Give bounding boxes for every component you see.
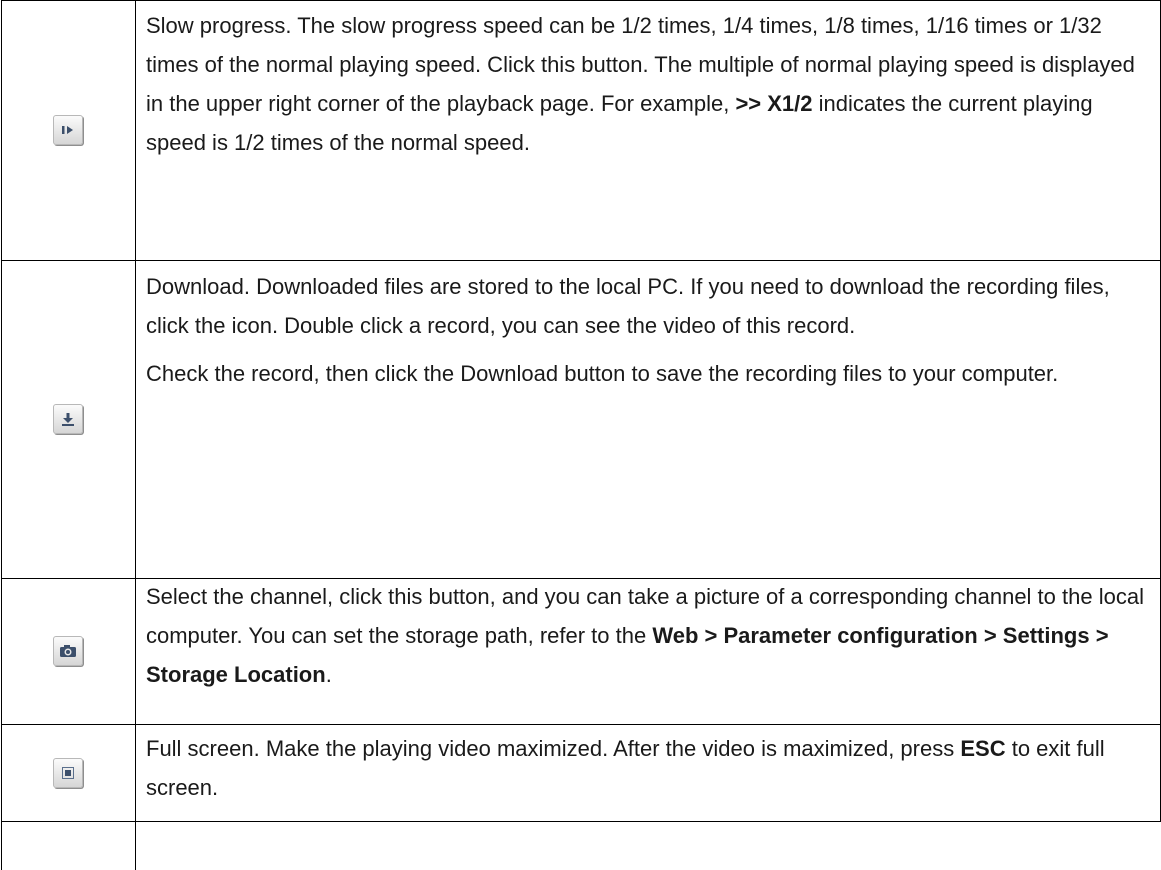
description-text: Download. Downloaded files are stored to… [146, 274, 1110, 338]
download-button[interactable] [53, 404, 83, 434]
camera-icon [59, 644, 77, 658]
icon-cell [1, 0, 135, 260]
description-text: Slow progress. The slow progress speed c… [146, 6, 1158, 162]
description-text: Full screen. Make the playing video maxi… [146, 729, 1158, 807]
speed-example: >> X1/2 [735, 91, 813, 116]
description-text-2: Check the record, then click the Downloa… [146, 361, 1059, 386]
description-text: Select the channel, click this button, a… [146, 577, 1158, 694]
table-row: Slow progress. The slow progress speed c… [1, 0, 1161, 260]
description-text-start: Full screen. Make the playing video maxi… [146, 736, 961, 761]
slow-play-icon [60, 124, 76, 136]
slow-play-button[interactable] [53, 115, 83, 145]
icon-cell [1, 260, 135, 578]
table-row: Select the channel, click this button, a… [1, 578, 1161, 724]
download-icon [60, 411, 76, 427]
description-cell: Download. Downloaded files are stored to… [146, 267, 1158, 393]
fullscreen-icon [61, 766, 75, 780]
table-row: Download. Downloaded files are stored to… [1, 260, 1161, 578]
esc-key: ESC [960, 736, 1006, 761]
table-row: Full screen. Make the playing video maxi… [1, 724, 1161, 821]
description-cell: Full screen. Make the playing video maxi… [146, 729, 1158, 807]
icon-cell [1, 578, 135, 724]
description-cell: Select the channel, click this button, a… [146, 577, 1158, 694]
snapshot-button[interactable] [53, 636, 83, 666]
fullscreen-button[interactable] [53, 757, 83, 788]
description-table: Slow progress. The slow progress speed c… [1, 0, 1161, 870]
description-text-end: . [325, 662, 332, 687]
description-cell: Slow progress. The slow progress speed c… [146, 6, 1158, 162]
row-divider [1, 821, 1161, 822]
icon-cell [1, 724, 135, 821]
